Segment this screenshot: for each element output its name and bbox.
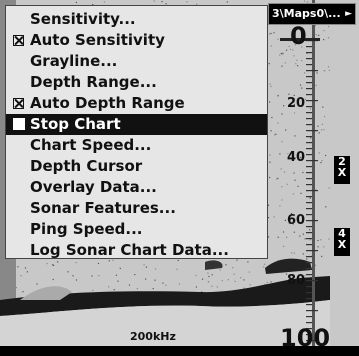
- checkbox-checked-icon: [13, 35, 24, 46]
- menu-item-label: Sonar Features...: [30, 199, 176, 217]
- menu-item-depth-cursor[interactable]: Depth Cursor: [6, 156, 267, 177]
- bottom-status-bar: [0, 346, 359, 356]
- depth-mark-40: 40: [287, 150, 306, 165]
- zoom-4x-box: 4 X: [334, 228, 350, 256]
- checkbox-checked-icon: [13, 98, 24, 109]
- menu-item-auto-depth-range[interactable]: Auto Depth Range: [6, 93, 267, 114]
- depth-mark-20: 20: [287, 96, 306, 111]
- menu-item-log-sonar-chart-data[interactable]: Log Sonar Chart Data...: [6, 240, 267, 261]
- checkbox-empty-icon: [13, 118, 25, 130]
- menu-item-label: Auto Depth Range: [30, 94, 185, 112]
- menu-item-chart-speed[interactable]: Chart Speed...: [6, 135, 267, 156]
- menu-item-label: Chart Speed...: [30, 136, 152, 154]
- menu-item-label: Sensitivity...: [30, 10, 136, 28]
- menu-item-label: Ping Speed...: [30, 220, 143, 238]
- zoom-2x-box: 2 X: [334, 156, 350, 184]
- menu-item-label: Depth Range...: [30, 73, 157, 91]
- menu-item-grayline[interactable]: Grayline...: [6, 51, 267, 72]
- menu-item-label: Depth Cursor: [30, 157, 143, 175]
- frequency-label: 200kHz: [130, 330, 176, 343]
- menu-item-depth-range[interactable]: Depth Range...: [6, 72, 267, 93]
- menu-item-label: Grayline...: [30, 52, 118, 70]
- sonar-screen: 0 20 40 60 80 100 200kHz 2 X 4 X 3\Maps0…: [0, 0, 359, 356]
- map-path-label: 3\Maps0\... ►: [268, 3, 356, 25]
- menu-item-ping-speed[interactable]: Ping Speed...: [6, 219, 267, 240]
- depth-mark-80: 80: [287, 273, 306, 288]
- menu-item-label: Log Sonar Chart Data...: [30, 241, 229, 259]
- menu-item-sensitivity[interactable]: Sensitivity...: [6, 9, 267, 30]
- menu-item-overlay-data[interactable]: Overlay Data...: [6, 177, 267, 198]
- menu-item-label: Overlay Data...: [30, 178, 157, 196]
- menu-item-auto-sensitivity[interactable]: Auto Sensitivity: [6, 30, 267, 51]
- map-path-text: 3\Maps0\...: [272, 7, 341, 20]
- menu-item-label: Stop Chart: [30, 115, 121, 133]
- menu-item-label: Auto Sensitivity: [30, 31, 165, 49]
- menu-item-stop-chart[interactable]: Stop Chart: [6, 114, 267, 135]
- depth-mark-60: 60: [287, 213, 306, 228]
- path-arrow-icon: ►: [345, 9, 352, 19]
- depth-top-label: 0: [290, 22, 307, 50]
- sonar-menu: Sensitivity... Auto Sensitivity Grayline..…: [5, 5, 268, 259]
- menu-item-sonar-features[interactable]: Sonar Features...: [6, 198, 267, 219]
